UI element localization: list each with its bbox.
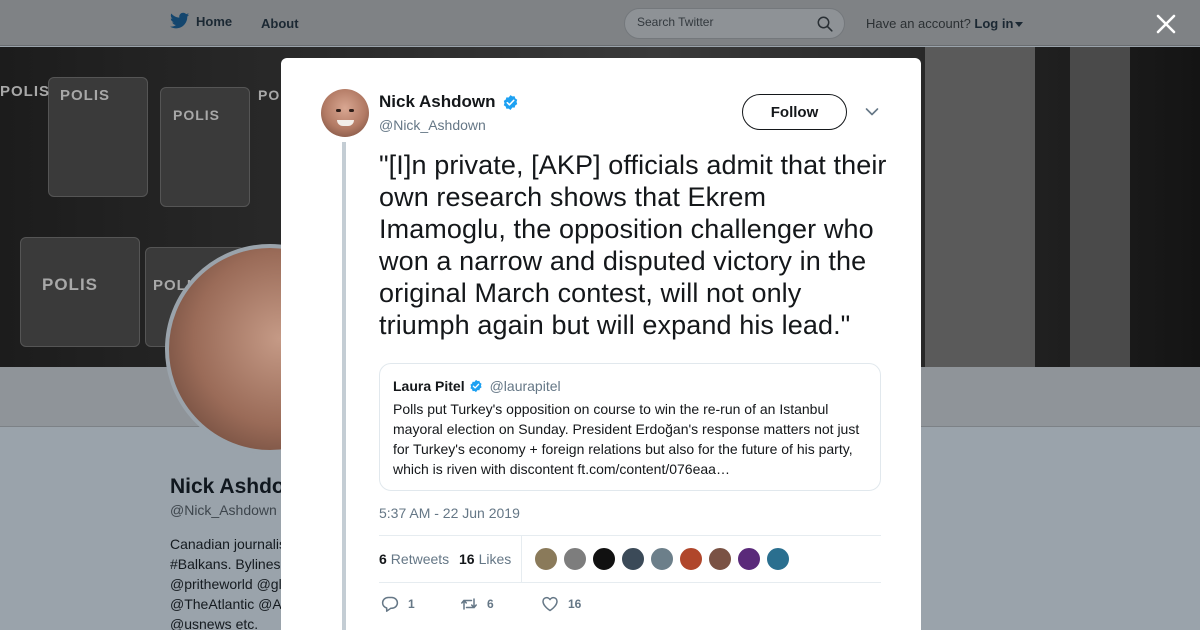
author-name-row[interactable]: Nick Ashdown <box>379 92 519 112</box>
bio-line: #Balkans. Bylines <box>170 556 281 572</box>
retweets-stat[interactable]: 6 Retweets <box>379 551 449 567</box>
bio-line: @usnews etc. <box>170 616 259 630</box>
tweet-actions: 1 6 16 <box>379 593 679 617</box>
liker-avatar[interactable] <box>534 547 558 571</box>
nav-home-link[interactable]: Home <box>170 12 232 30</box>
liker-avatars <box>534 547 790 571</box>
retweet-icon <box>461 598 477 610</box>
liker-avatar[interactable] <box>766 547 790 571</box>
likes-label: Likes <box>478 551 512 567</box>
verified-badge-icon <box>503 94 517 110</box>
nav-home-label: Home <box>196 13 233 29</box>
bio-line: @TheAtlantic @A <box>170 596 282 612</box>
quoted-tweet-header: Laura Pitel @laurapitel <box>393 378 561 394</box>
banner-shield <box>160 87 250 207</box>
liker-avatar[interactable] <box>592 547 616 571</box>
liker-avatar[interactable] <box>563 547 587 571</box>
retweets-count: 6 <box>379 551 387 567</box>
profile-bio: Canadian journalist #Balkans. Bylines @p… <box>170 534 290 630</box>
like-count: 16 <box>568 597 582 611</box>
retweet-count: 6 <box>487 597 494 611</box>
retweet-button[interactable]: 6 <box>460 595 494 613</box>
avatar-mouth <box>337 120 354 126</box>
search-icon[interactable] <box>817 16 833 32</box>
reply-icon <box>381 596 399 612</box>
quoted-tweet-text: Polls put Turkey's opposition on course … <box>393 401 860 477</box>
like-button[interactable]: 16 <box>541 595 581 613</box>
banner-sign: POLIS <box>0 83 51 100</box>
liker-avatar[interactable] <box>708 547 732 571</box>
quoted-author-handle: @laurapitel <box>489 378 561 394</box>
chevron-down-icon[interactable] <box>865 107 879 117</box>
likes-stat[interactable]: 16 Likes <box>459 551 511 567</box>
quoted-author-name: Laura Pitel <box>393 378 465 394</box>
banner-sign: POLIS <box>60 87 111 104</box>
author-name[interactable]: Nick Ashdown <box>379 92 496 112</box>
verified-badge-icon <box>470 379 482 393</box>
author-avatar[interactable] <box>321 89 369 137</box>
search-input[interactable] <box>637 15 807 29</box>
follow-button[interactable]: Follow <box>742 94 847 130</box>
banner-sign: POLIS <box>42 275 99 294</box>
banner-pillar <box>1070 47 1130 367</box>
tweet-text: "[I]n private, [AKP] officials admit tha… <box>379 150 887 340</box>
search-box[interactable] <box>624 8 845 39</box>
tweet-stats: 6 Retweets 16 Likes <box>379 535 881 583</box>
liker-avatar[interactable] <box>679 547 703 571</box>
login-link[interactable]: Log in <box>974 16 1013 31</box>
reply-count: 1 <box>408 597 415 611</box>
twitter-bird-icon <box>170 12 190 29</box>
close-icon[interactable] <box>1155 13 1177 35</box>
top-navigation-bar: Home About Have an account? Log in <box>0 0 1200 46</box>
retweets-label: Retweets <box>390 551 450 567</box>
account-area: Have an account? Log in <box>866 16 1024 31</box>
bio-line: Canadian journalist <box>170 536 290 552</box>
avatar-eye <box>336 109 341 112</box>
nav-about-link[interactable]: About <box>261 16 299 31</box>
profile-handle: @Nick_Ashdown <box>170 502 277 518</box>
chevron-down-icon[interactable] <box>1015 22 1024 28</box>
banner-pillar <box>925 47 1035 367</box>
liker-avatar[interactable] <box>621 547 645 571</box>
heart-icon <box>542 596 558 612</box>
avatar-eye <box>349 109 354 112</box>
account-prompt: Have an account? <box>866 16 971 31</box>
bio-line: @pritheworld @gl <box>170 576 282 592</box>
quoted-tweet[interactable]: Laura Pitel @laurapitel Polls put Turkey… <box>379 363 881 491</box>
tweet-modal: Nick Ashdown @Nick_Ashdown Follow "[I]n … <box>281 58 921 630</box>
reply-button[interactable]: 1 <box>381 595 415 613</box>
liker-avatar[interactable] <box>650 547 674 571</box>
banner-sign: POLIS <box>173 107 221 123</box>
stats-divider <box>521 536 522 583</box>
author-handle[interactable]: @Nick_Ashdown <box>379 117 486 133</box>
tweet-timestamp[interactable]: 5:37 AM - 22 Jun 2019 <box>379 505 520 521</box>
likes-count: 16 <box>459 551 475 567</box>
liker-avatar[interactable] <box>737 547 761 571</box>
thread-line <box>342 142 346 630</box>
